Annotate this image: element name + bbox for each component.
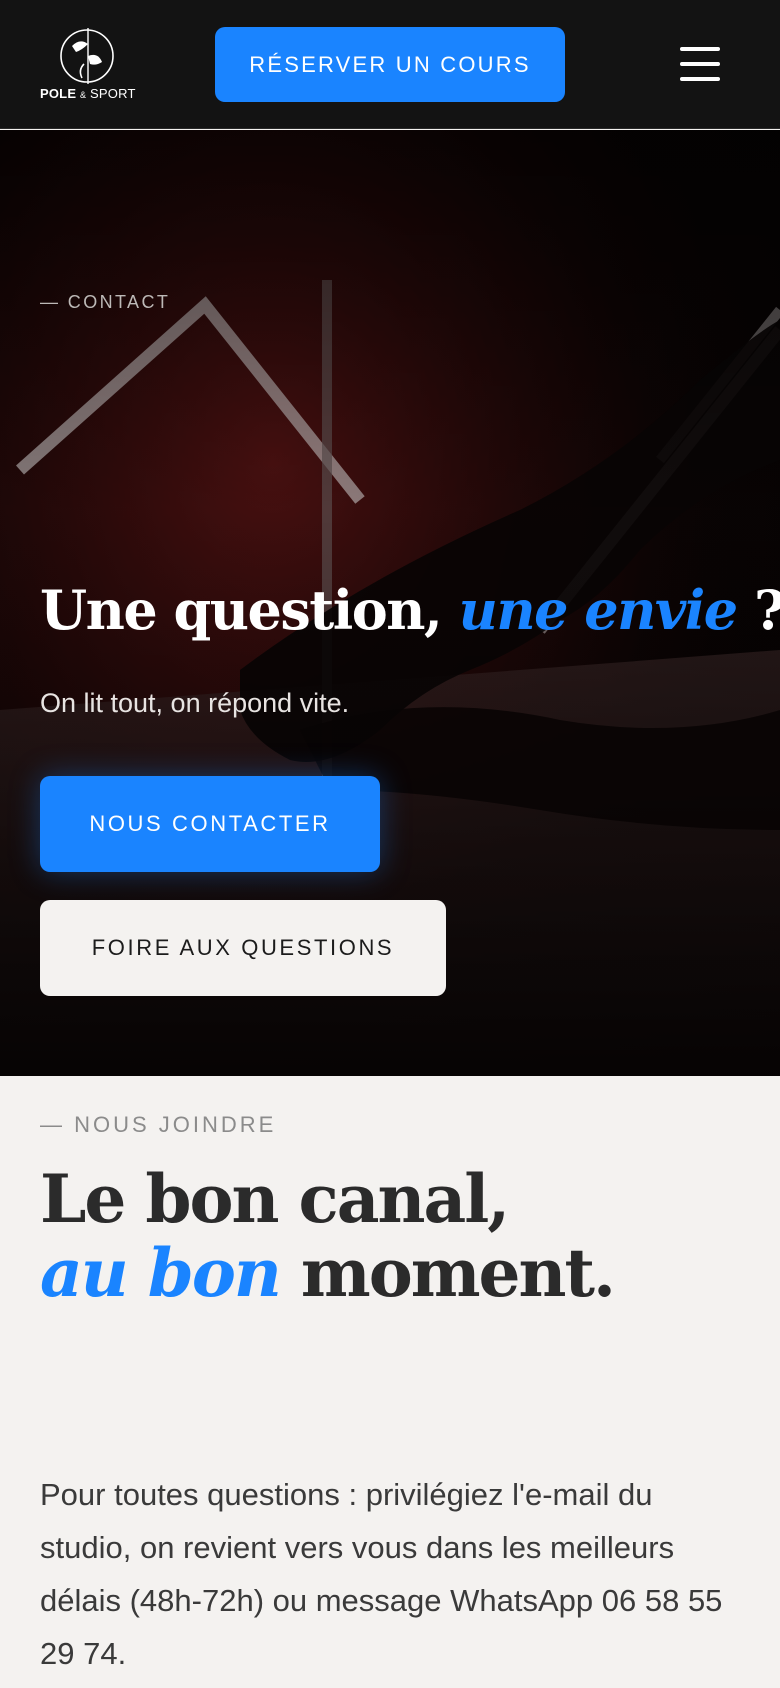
book-class-button[interactable]: RÉSERVER UN COURS (215, 27, 565, 102)
pole-dancer-icon (60, 28, 114, 84)
reach-us-section: — NOUS JOINDRE Le bon canal, au bon mome… (0, 1076, 780, 1688)
section-body-text: Pour toutes questions : privilégiez l'e-… (40, 1477, 723, 1671)
faq-button[interactable]: FOIRE AUX QUESTIONS (40, 900, 446, 996)
hamburger-menu-icon[interactable] (676, 44, 724, 84)
hero-title: Une question, une envie ? (40, 578, 780, 642)
hero-eyebrow: — CONTACT (40, 292, 171, 312)
section-eyebrow: — NOUS JOINDRE (40, 1112, 277, 1137)
hero-subtitle: On lit tout, on répond vite. (40, 688, 350, 718)
pole-sport-logo[interactable]: POLE & SPORT (40, 26, 135, 102)
hero-title-emphasis: une envie (458, 578, 739, 642)
hero-section: — CONTACT Une question, une envie ? On l… (0, 130, 780, 1076)
contact-us-button[interactable]: NOUS CONTACTER (40, 776, 380, 872)
logo-brand: POLE (40, 86, 77, 101)
section-title-emphasis: au bon (40, 1234, 282, 1312)
section-title: Le bon canal, au bon moment. (40, 1160, 616, 1312)
site-header: POLE & SPORT RÉSERVER UN COURS (0, 0, 780, 129)
logo-amp: & (80, 90, 87, 100)
logo-suffix: SPORT (90, 86, 136, 101)
